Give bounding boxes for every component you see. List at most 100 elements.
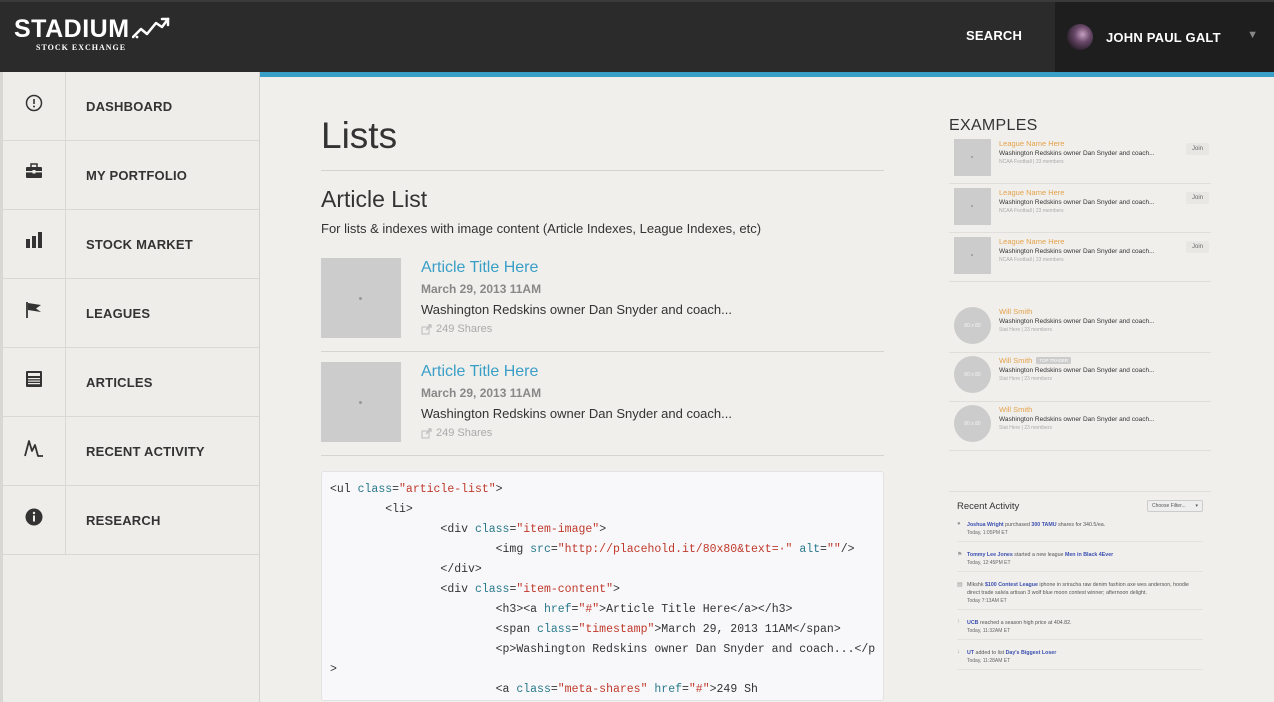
join-button[interactable]: Join [1185, 192, 1209, 204]
arrow-up-icon: ↑ [957, 619, 960, 625]
person-avatar[interactable]: 80 x 80 [954, 307, 991, 344]
shares-count: 249 Shares [436, 323, 493, 335]
code-line: <div class="item-content"> [330, 583, 620, 596]
person-meta: Stat Here | 23 members [999, 376, 1052, 382]
avatar [1067, 24, 1093, 50]
dashboard-icon [25, 94, 43, 112]
code-line: <ul class="article-list"> [330, 483, 503, 496]
person-list-item: 80 x 80 Will Smith Washington Redskins o… [949, 402, 1211, 451]
join-button[interactable]: Join [1185, 241, 1209, 253]
code-line: <p>Washington Redskins owner Dan Snyder … [330, 643, 876, 656]
sidebar-item-label: DASHBOARD [86, 98, 173, 114]
activity-link[interactable]: Tommy Lee Jones [967, 552, 1013, 558]
article-shares-link[interactable]: 249 Shares [421, 323, 732, 335]
trend-up-icon [131, 17, 169, 39]
league-image[interactable] [954, 237, 991, 274]
logo-subtitle: STOCK EXCHANGE [36, 43, 127, 52]
sidebar-item-label: MY PORTFOLIO [86, 167, 188, 183]
page-title: Lists [321, 115, 398, 156]
activity-link[interactable]: Joshua Wright [967, 522, 1004, 528]
user-menu[interactable]: JOHN PAUL GALT ▼ [1055, 2, 1274, 72]
activity-time: Today, 11:32AM ET [967, 628, 1011, 634]
activity-link[interactable]: Day's Biggest Loser [1006, 650, 1057, 656]
newspaper-icon: ▤ [957, 582, 963, 588]
person-description: Washington Redskins owner Dan Snyder and… [999, 318, 1155, 325]
activity-item: ↓ UT added to list Day's Biggest Loser T… [957, 649, 1203, 670]
activity-text: added to list [974, 650, 1006, 656]
join-button[interactable]: Join [1185, 143, 1209, 155]
league-meta: NCAA Football | 23 members [999, 159, 1064, 165]
filter-value: Choose Filter... [1152, 503, 1186, 509]
league-name-link[interactable]: League Name Here [999, 237, 1154, 246]
person-description: Washington Redskins owner Dan Snyder and… [999, 367, 1155, 374]
league-image[interactable] [954, 188, 991, 225]
person-name-link[interactable]: Will Smith [999, 307, 1032, 316]
recent-activity-widget: Recent Activity Choose Filter... ▾ ● Josh… [949, 491, 1211, 670]
sidebar-item-stock-market[interactable]: STOCK MARKET [3, 210, 259, 279]
league-description: Washington Redskins owner Dan Snyder and… [999, 150, 1155, 157]
newspaper-icon [26, 371, 42, 387]
activity-icon [24, 440, 43, 457]
league-name-link[interactable]: League Name Here [999, 188, 1154, 197]
league-list-item: League Name Here Washington Redskins own… [949, 184, 1211, 233]
article-title-link[interactable]: Article Title Here [421, 362, 732, 382]
flag-icon: ⚑ [957, 552, 963, 558]
activity-text: Mlkshk [967, 582, 985, 588]
article-excerpt: Washington Redskins owner Dan Snyder and… [421, 406, 732, 421]
activity-time: Today, 12:45PM ET [967, 560, 1011, 566]
chevron-down-icon: ▾ [1195, 503, 1198, 509]
arrow-down-icon: ↓ [957, 649, 960, 655]
sidebar-item-label: ARTICLES [86, 374, 153, 390]
article-image[interactable] [321, 258, 401, 338]
article-image[interactable] [321, 362, 401, 442]
sidebar-item-leagues[interactable]: LEAGUES [3, 279, 259, 348]
person-name-link[interactable]: Will Smith [999, 356, 1032, 365]
sidebar-item-label: LEAGUES [86, 305, 151, 321]
activity-text: reached a season high price at 404.82. [978, 620, 1072, 626]
code-line: </div> [330, 563, 482, 576]
shares-count: 249 Shares [436, 427, 493, 439]
article-item: Article Title Here March 29, 2013 11AM W… [321, 246, 884, 352]
activity-link[interactable]: $100 Contest League [985, 582, 1038, 588]
user-icon: ● [957, 521, 961, 527]
league-description: Washington Redskins owner Dan Snyder and… [999, 248, 1155, 255]
activity-link[interactable]: 300 TAMU [1031, 522, 1056, 528]
sidebar-item-label: RESEARCH [86, 512, 161, 528]
activity-link[interactable]: UCB [967, 620, 978, 626]
person-name-link[interactable]: Will Smith [999, 405, 1032, 414]
activity-item: ▤ Mlkshk $100 Contest League iphone in s… [957, 581, 1203, 610]
activity-filter-select[interactable]: Choose Filter... ▾ [1147, 500, 1203, 512]
sidebar-item-dashboard[interactable]: DASHBOARD [3, 72, 259, 141]
briefcase-icon [26, 163, 42, 178]
league-image[interactable] [954, 139, 991, 176]
logo[interactable]: STADIUM STOCK EXCHANGE [14, 16, 170, 52]
code-line: <div class="item-image"> [330, 523, 607, 536]
person-avatar[interactable]: 80 x 80 [954, 405, 991, 442]
search-link[interactable]: SEARCH [966, 28, 1022, 43]
logo-text: STADIUM [14, 15, 130, 43]
person-list-item: 80 x 80 Will Smith TOP TRADER Washington … [949, 353, 1211, 402]
sidebar-item-research[interactable]: RESEARCH [3, 486, 259, 555]
activity-link[interactable]: Men in Black 4Ever [1065, 552, 1113, 558]
article-title-link[interactable]: Article Title Here [421, 258, 732, 278]
person-avatar[interactable]: 80 x 80 [954, 356, 991, 393]
code-line: <a class="meta-shares" href="#">249 Sh [330, 683, 758, 696]
activity-title: Recent Activity [957, 500, 1020, 512]
article-excerpt: Washington Redskins owner Dan Snyder and… [421, 302, 732, 317]
activity-item: ● Joshua Wright purchased 300 TAMU share… [957, 521, 1203, 542]
main-content: Lists Article List For lists & indexes w… [321, 77, 884, 701]
examples-panel: EXAMPLES League Name Here Washington Red… [949, 77, 1211, 670]
league-meta: NCAA Football | 23 members [999, 257, 1064, 263]
person-list-item: 80 x 80 Will Smith Washington Redskins o… [949, 304, 1211, 353]
article-shares-link[interactable]: 249 Shares [421, 427, 732, 439]
activity-link[interactable]: UT [967, 650, 974, 656]
sidebar-item-my-portfolio[interactable]: MY PORTFOLIO [3, 141, 259, 210]
share-icon [421, 323, 432, 334]
sidebar-item-articles[interactable]: ARTICLES [3, 348, 259, 417]
top-bar: STADIUM STOCK EXCHANGE SEARCH JOHN PAUL … [0, 0, 1274, 72]
sidebar-item-recent-activity[interactable]: RECENT ACTIVITY [3, 417, 259, 486]
league-name-link[interactable]: League Name Here [999, 139, 1154, 148]
caret-down-icon[interactable]: ▼ [1247, 29, 1258, 41]
activity-time: Today 7:13AM ET [967, 598, 1007, 604]
info-icon [25, 508, 43, 526]
